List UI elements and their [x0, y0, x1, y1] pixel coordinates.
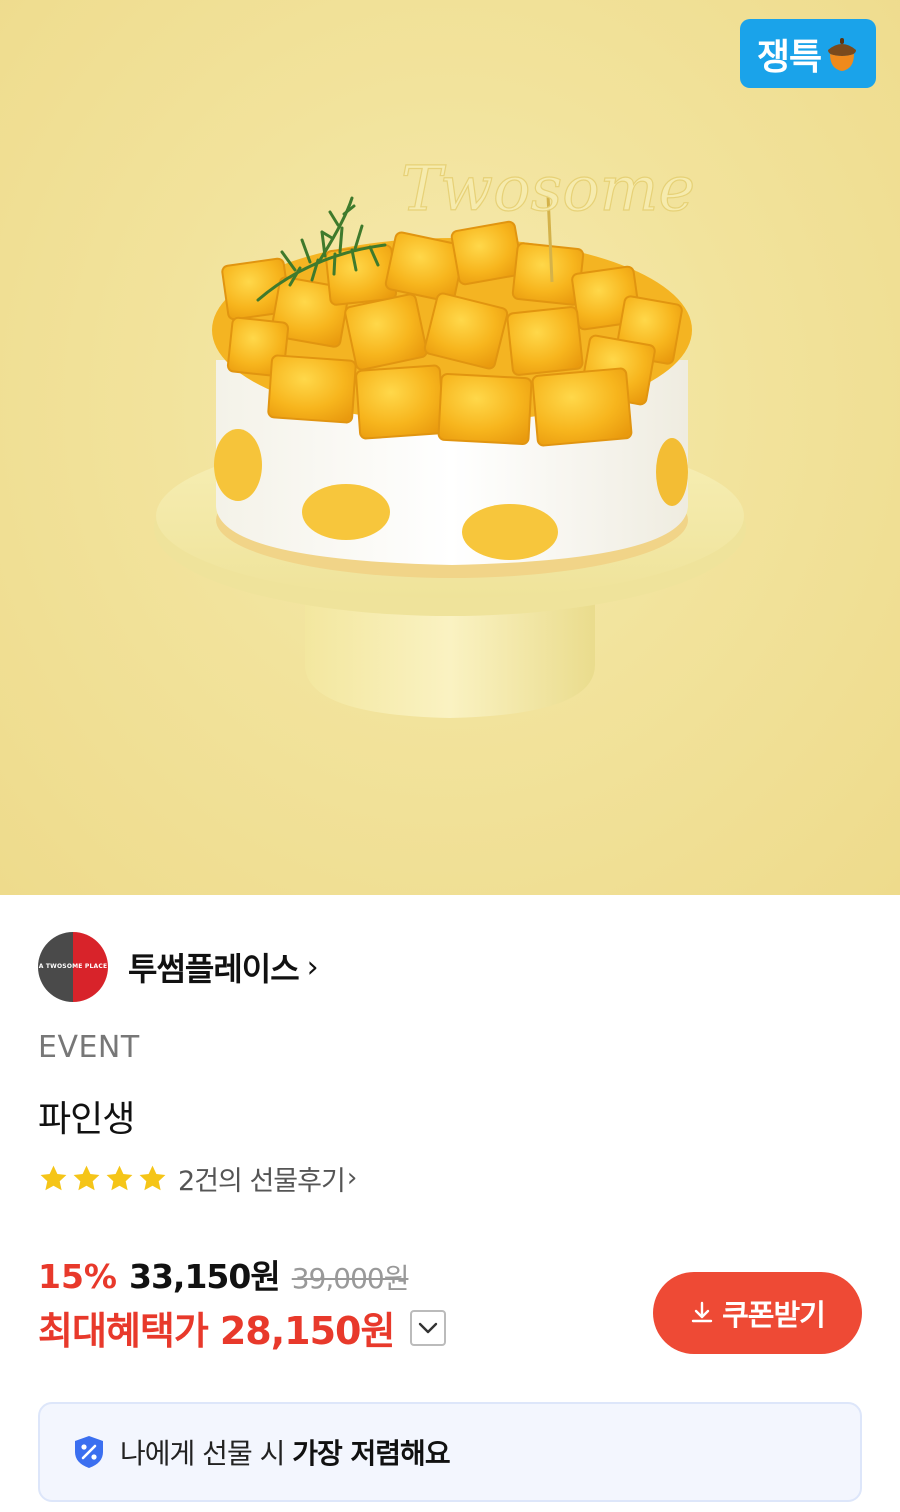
product-image: Twosome 쟁특 — [0, 0, 900, 895]
star-icon — [139, 1165, 166, 1190]
event-tag: EVENT — [38, 1030, 140, 1065]
rating-row[interactable]: 2건의 선물후기 › — [38, 1159, 358, 1198]
download-icon — [691, 1301, 713, 1323]
best-price-label: 최대혜택가 — [38, 1309, 209, 1353]
chevron-right-icon: › — [346, 1163, 358, 1193]
get-coupon-button[interactable]: 쿠폰받기 — [653, 1272, 862, 1354]
star-icon — [73, 1165, 100, 1190]
chevron-down-icon — [419, 1322, 438, 1333]
gift-tip-prefix: 나에게 선물 시 — [120, 1437, 293, 1470]
special-deal-badge[interactable]: 쟁특 — [740, 19, 876, 88]
brand-row[interactable]: A TWOSOME PLACE 투썸플레이스 › — [38, 932, 319, 1002]
gift-tip-text: 나에게 선물 시 가장 저렴해요 — [120, 1432, 451, 1472]
cake-illustration: Twosome — [154, 151, 746, 718]
chevron-right-icon: › — [306, 949, 319, 985]
gift-tip-banner[interactable]: 나에게 선물 시 가장 저렴해요 — [38, 1402, 862, 1502]
brand-logo: A TWOSOME PLACE — [38, 932, 108, 1002]
coupon-button-label: 쿠폰받기 — [722, 1298, 826, 1332]
brand-name[interactable]: 투썸플레이스 — [128, 944, 300, 990]
best-price-row: 최대혜택가 28,150원 — [38, 1300, 447, 1355]
badge-label: 쟁특 — [756, 36, 822, 78]
price-row: 15% 33,150원 39,000원 — [38, 1250, 410, 1298]
cake-topper-text: Twosome — [401, 152, 695, 225]
product-title: 파인생 — [38, 1099, 135, 1140]
original-price: 39,000원 — [291, 1262, 410, 1295]
discount-shield-icon — [75, 1436, 103, 1468]
gift-tip-highlight: 가장 저렴해요 — [292, 1437, 450, 1470]
star-rating — [38, 1163, 168, 1194]
brand-logo-text: A TWOSOME PLACE — [38, 963, 108, 970]
price-detail-toggle[interactable] — [410, 1309, 447, 1346]
best-price-value: 28,150원 — [219, 1309, 396, 1353]
discount-rate: 15% — [38, 1257, 117, 1296]
star-icon — [40, 1165, 67, 1190]
review-count-link[interactable]: 2건의 선물후기 — [178, 1159, 346, 1198]
acorn-icon — [825, 36, 859, 72]
star-icon — [106, 1165, 133, 1190]
sale-price: 33,150원 — [129, 1257, 281, 1296]
